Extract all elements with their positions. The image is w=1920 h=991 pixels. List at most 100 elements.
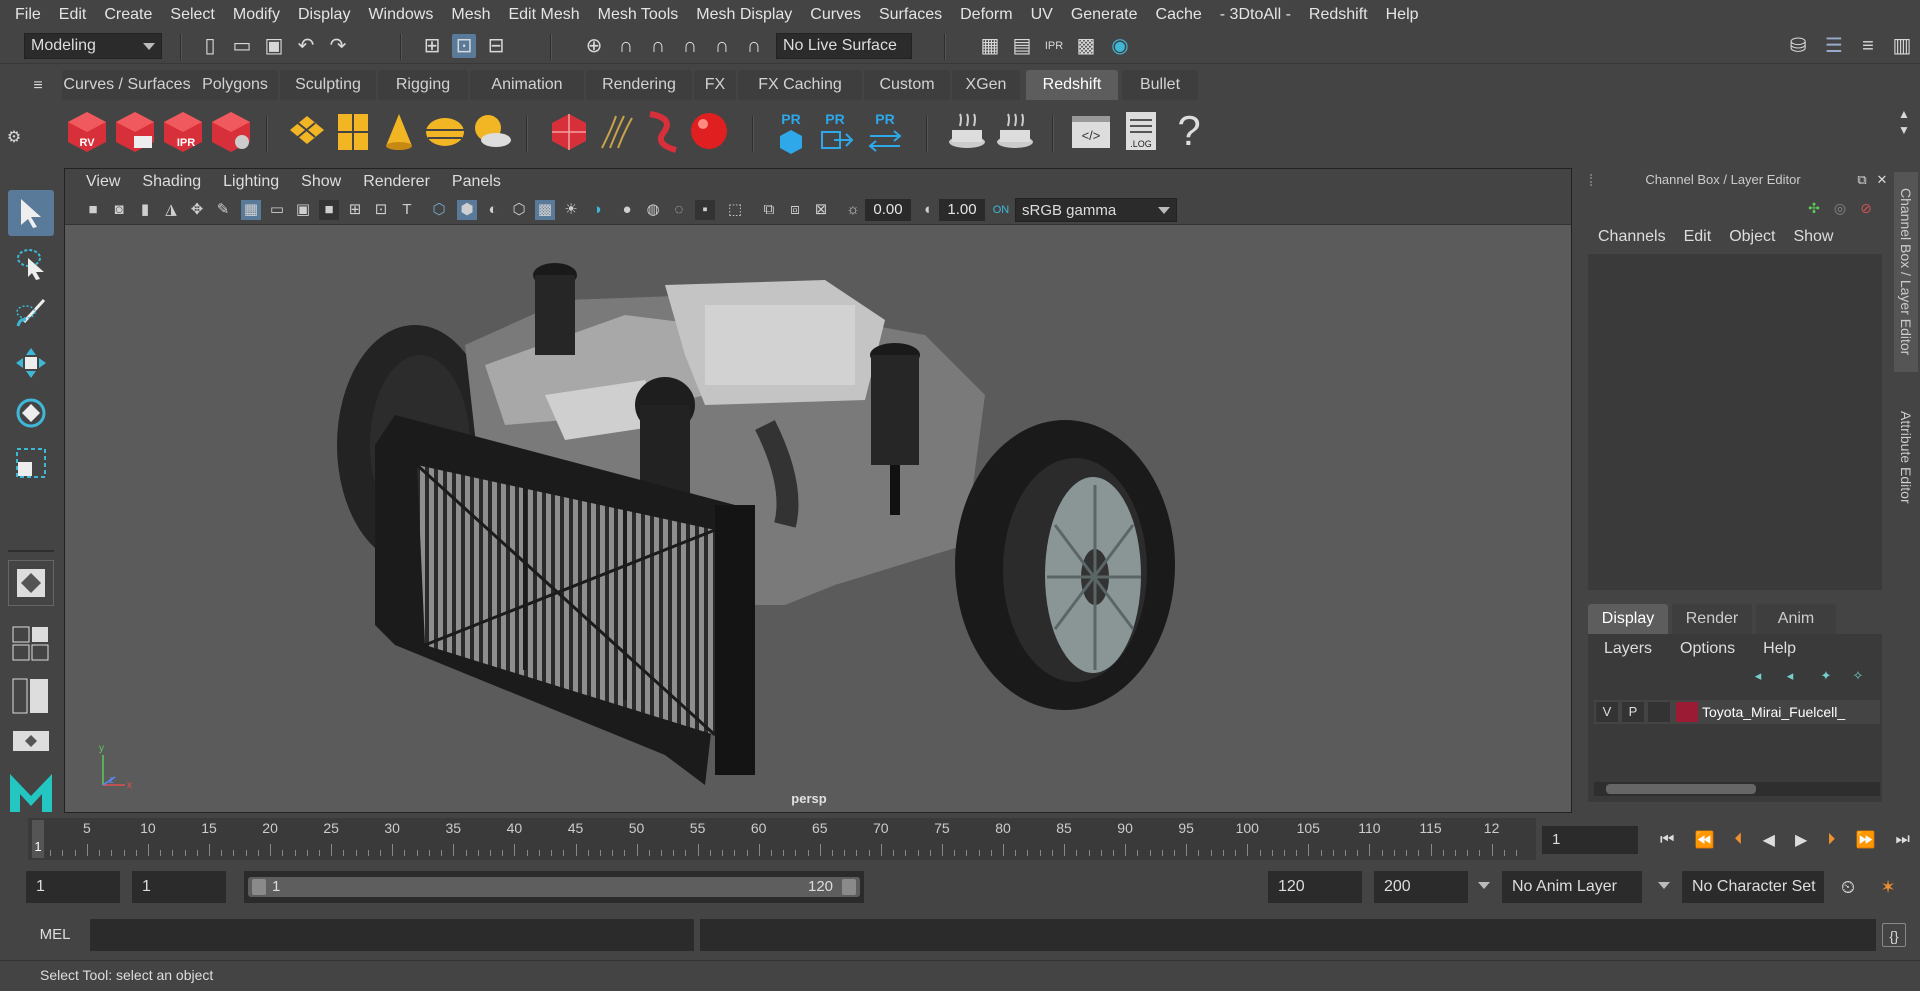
textured-icon[interactable]: ▩ <box>535 200 555 220</box>
save-scene-icon[interactable]: ▣ <box>262 34 286 58</box>
snap-point-icon[interactable]: ∩ <box>646 34 670 58</box>
playback-start-field[interactable]: 1 <box>132 871 226 903</box>
menu-item[interactable]: Cache <box>1147 6 1211 24</box>
layer-move-down-icon[interactable]: ◂ <box>1778 664 1802 688</box>
layer-menu-item[interactable]: Layers <box>1594 638 1670 660</box>
step-back-key-icon[interactable]: ⏪ <box>1695 830 1715 850</box>
layer-menu-item[interactable]: Options <box>1670 638 1753 660</box>
layer-visibility-toggle[interactable]: V <box>1596 702 1618 722</box>
gear-icon[interactable]: ⚙ <box>2 126 26 150</box>
pr-swap-icon[interactable]: PR <box>862 108 908 154</box>
shelf-tab[interactable]: Rendering <box>586 70 692 100</box>
xray-components-icon[interactable]: ⊠ <box>811 200 831 220</box>
snap-view-icon[interactable]: ∩ <box>678 34 702 58</box>
anim-layer-field[interactable]: No Anim Layer <box>1502 871 1642 903</box>
script-editor-icon[interactable]: {} <box>1882 923 1906 947</box>
menu-item[interactable]: Edit <box>50 6 96 24</box>
select-tool[interactable] <box>8 190 54 236</box>
layer-tab[interactable]: Render <box>1672 604 1752 634</box>
light-rectangle-icon[interactable] <box>284 108 330 154</box>
menu-item[interactable]: Mesh Tools <box>589 6 688 24</box>
snap-grid-icon[interactable]: ⊕ <box>582 34 606 58</box>
spot-light-icon[interactable] <box>376 108 422 154</box>
menu-item[interactable]: Deform <box>951 6 1021 24</box>
render-settings-icon[interactable]: ▩ <box>1074 34 1098 58</box>
snap-surface-icon[interactable]: ∩ <box>710 34 734 58</box>
side-tab[interactable]: Channel Box / Layer Editor <box>1894 172 1918 372</box>
tool-settings-toggle-icon[interactable]: ▥ <box>1890 34 1914 58</box>
chevron-down-icon[interactable] <box>1658 882 1670 889</box>
range-end-handle[interactable] <box>842 879 856 895</box>
menu-item[interactable]: Create <box>95 6 161 24</box>
shelf-tab[interactable]: Bullet <box>1122 70 1198 100</box>
outliner-layout-button[interactable] <box>12 678 50 714</box>
shelf-tab[interactable]: Curves / Surfaces <box>62 70 192 100</box>
panel-menu-item[interactable]: Panels <box>441 173 512 191</box>
new-layer-selected-icon[interactable]: ✧ <box>1846 664 1870 688</box>
chevron-down-icon[interactable] <box>1478 882 1490 889</box>
auto-key-icon[interactable]: ⏲ <box>1836 875 1860 899</box>
animation-end-field[interactable]: 200 <box>1374 871 1468 903</box>
image-plane-icon[interactable]: ◮ <box>161 200 181 220</box>
wireframe-icon[interactable]: ⬡ <box>429 200 449 220</box>
volume-icon[interactable] <box>640 108 686 154</box>
proxy-icon[interactable] <box>546 108 592 154</box>
log-icon[interactable]: .LOG <box>1118 108 1164 154</box>
layer-menu-item[interactable]: Help <box>1753 638 1814 660</box>
help-icon[interactable]: ? <box>1166 108 1212 154</box>
channel-menu-item[interactable]: Object <box>1729 228 1793 250</box>
smooth-shade-icon[interactable]: ⬢ <box>457 200 477 220</box>
color-management-icon[interactable]: ON <box>991 200 1011 220</box>
depth-of-field-icon[interactable]: ▪ <box>695 200 715 220</box>
range-start-handle[interactable] <box>252 879 266 895</box>
panel-menu-item[interactable]: View <box>75 173 131 191</box>
grease-pencil-icon[interactable]: ✎ <box>213 200 233 220</box>
menu-item[interactable]: Redshift <box>1300 6 1377 24</box>
hypershade-icon[interactable]: ◉ <box>1108 34 1132 58</box>
pr-export-icon[interactable]: PR <box>812 108 858 154</box>
shelf-tab[interactable]: FX Caching <box>738 70 862 100</box>
menu-set-dropdown[interactable]: Modeling <box>24 33 162 59</box>
isolate-select-icon[interactable]: ⬚ <box>725 200 745 220</box>
panel-menu-item[interactable]: Shading <box>131 173 212 191</box>
manipulator-icon[interactable]: ✣ <box>1802 196 1826 220</box>
four-view-layout-button[interactable] <box>12 626 50 662</box>
layer-playback-toggle[interactable]: P <box>1622 702 1644 722</box>
film-gate-icon[interactable]: ▭ <box>267 200 287 220</box>
current-frame-field[interactable]: 1 <box>1542 826 1638 854</box>
snap-live-icon[interactable]: ∩ <box>742 34 766 58</box>
live-surface-field[interactable]: No Live Surface <box>776 33 912 59</box>
screen-space-ao-icon[interactable]: ● <box>617 200 637 220</box>
gamma-field[interactable]: 1.00 <box>939 199 985 221</box>
shelf-tab[interactable]: Rigging <box>378 70 468 100</box>
menu-item[interactable]: Mesh Display <box>687 6 801 24</box>
render-options-icon[interactable] <box>208 108 254 154</box>
attribute-toggle-icon[interactable]: ≡ <box>1856 34 1880 58</box>
menu-item[interactable]: Curves <box>801 6 870 24</box>
dome-light-icon[interactable] <box>422 108 468 154</box>
new-layer-icon[interactable]: ✦ <box>1814 664 1838 688</box>
playback-end-field[interactable]: 120 <box>1268 871 1362 903</box>
gate-mask-icon[interactable]: ■ <box>319 200 339 220</box>
step-back-key-marker-icon[interactable]: ⏴ <box>1735 831 1743 849</box>
redo-icon[interactable]: ↷ <box>326 34 350 58</box>
script-type-label[interactable]: MEL <box>26 919 84 951</box>
sun-sky-icon[interactable] <box>468 108 514 154</box>
play-backward-icon[interactable]: ◀ <box>1763 830 1775 850</box>
close-icon[interactable]: ✕ <box>1870 168 1894 192</box>
bake-options-icon[interactable] <box>992 108 1038 154</box>
menu-item[interactable]: Edit Mesh <box>499 6 588 24</box>
channel-list[interactable] <box>1588 254 1882 590</box>
open-scene-icon[interactable]: ▭ <box>230 34 254 58</box>
render-frame-icon[interactable]: ▤ <box>1010 34 1034 58</box>
shelf-scroll-down-icon[interactable]: ▼ <box>1892 118 1916 142</box>
select-object-icon[interactable]: ⊡ <box>452 34 476 58</box>
shadows-icon[interactable]: ◑ <box>587 200 607 220</box>
layer-display-type-toggle[interactable] <box>1648 702 1670 722</box>
gamma-icon[interactable]: ◖ <box>917 200 937 220</box>
animation-preferences-icon[interactable]: ✶ <box>1876 875 1900 899</box>
panel-menu-item[interactable]: Lighting <box>212 173 290 191</box>
panel-menu-item[interactable]: Renderer <box>352 173 441 191</box>
panel-menu-item[interactable]: Show <box>290 173 352 191</box>
ipr-icon[interactable]: IPR <box>160 108 206 154</box>
